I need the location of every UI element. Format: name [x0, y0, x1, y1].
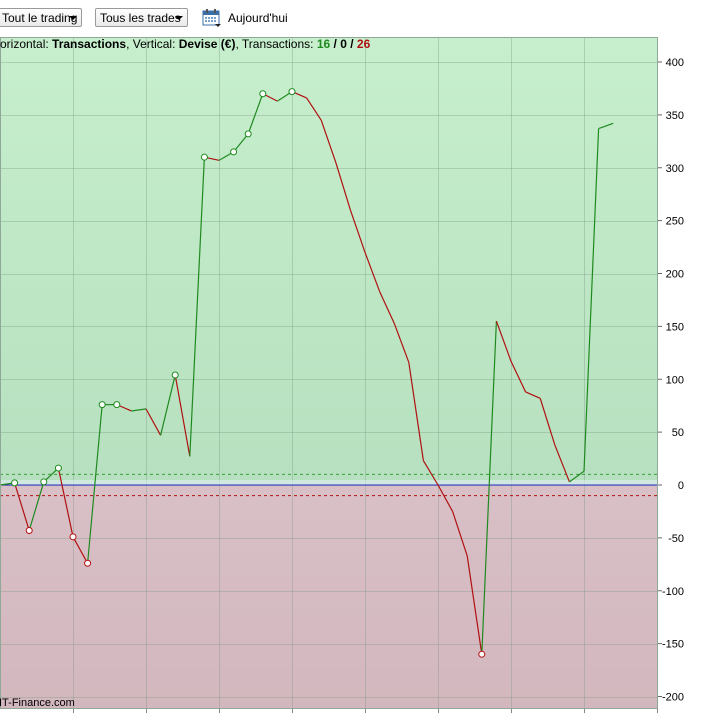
vertical-label: , Vertical: — [126, 37, 179, 51]
data-point — [54, 464, 62, 472]
data-point — [40, 478, 48, 486]
y-tick-label: 150 — [666, 321, 684, 333]
zero-band-fill — [0, 480, 658, 485]
data-point — [25, 526, 33, 534]
data-point — [230, 148, 238, 156]
trades-filter-label: Tous les trades — [100, 11, 181, 25]
data-point — [113, 401, 121, 409]
chevron-down-icon — [175, 16, 183, 20]
positive-zone — [0, 37, 658, 485]
trades-filter-select[interactable]: Tous les trades — [95, 8, 188, 27]
count-separator: / — [347, 37, 357, 51]
y-axis: 400 350 300 250 200 150 100 50 0 -50 -100 -150 -200 — [658, 57, 684, 704]
trading-filter-select[interactable]: Tout le trading — [0, 8, 82, 27]
today-button[interactable]: Aujourd'hui — [202, 8, 288, 28]
negative-zone — [0, 485, 658, 709]
data-point — [244, 130, 252, 138]
y-tick-label: 50 — [672, 427, 684, 439]
y-tick-label: -100 — [662, 586, 684, 598]
count-separator: / — [330, 37, 340, 51]
data-point — [98, 401, 106, 409]
y-tick-label: 400 — [666, 57, 684, 69]
y-tick-label: 100 — [666, 374, 684, 386]
calendar-icon — [202, 9, 221, 27]
y-tick-label: 250 — [666, 216, 684, 228]
watermark: IT-Finance.com — [0, 697, 75, 709]
vertical-value: Devise (€) — [179, 37, 236, 51]
y-tick-label: 300 — [666, 163, 684, 175]
y-tick-label: -50 — [668, 533, 684, 545]
horizontal-value: Transactions — [52, 37, 126, 51]
data-point — [259, 90, 267, 98]
today-label: Aujourd'hui — [228, 11, 288, 25]
y-tick-label: -200 — [662, 692, 684, 704]
y-tick-label: -150 — [662, 639, 684, 651]
info-bar: orizontal: Transactions, Vertical: Devis… — [0, 37, 371, 51]
count-winning: 16 — [317, 37, 331, 51]
data-point — [200, 153, 208, 161]
y-tick-label: 200 — [666, 269, 684, 281]
y-tick-label: 350 — [666, 110, 684, 122]
trading-filter-label: Tout le trading — [2, 11, 78, 25]
pnl-line-chart: 400350300250200150100500-50-100-150-200 … — [0, 37, 684, 713]
data-point — [288, 88, 296, 96]
transactions-label: , Transactions: — [235, 37, 316, 51]
horizontal-label: orizontal: — [0, 37, 52, 51]
data-point — [69, 533, 77, 541]
chevron-down-icon — [69, 16, 77, 20]
y-tick-label: 0 — [678, 480, 684, 492]
data-point — [84, 559, 92, 567]
data-point — [11, 479, 19, 487]
data-point — [171, 371, 179, 379]
toolbar: Tout le trading Tous les trades Aujourd'… — [0, 0, 703, 36]
data-point — [478, 650, 486, 658]
count-losing: 26 — [357, 37, 371, 51]
